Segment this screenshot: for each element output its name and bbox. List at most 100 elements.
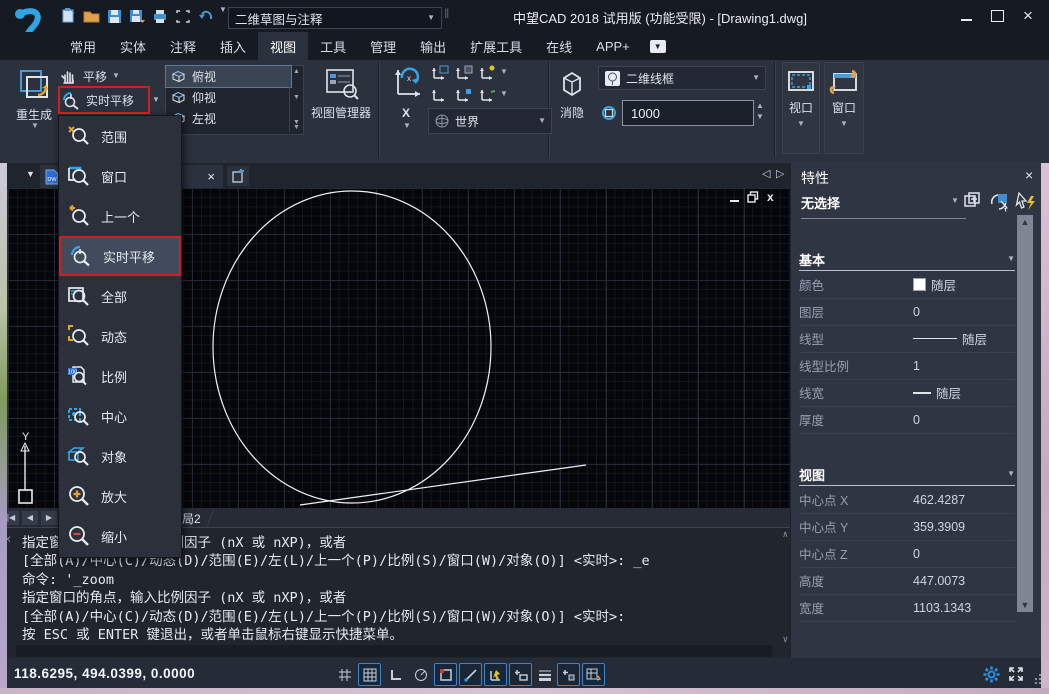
child-minimize-button[interactable] bbox=[730, 193, 739, 202]
select-objects-icon[interactable] bbox=[1015, 192, 1037, 212]
regen-button[interactable]: 重生成 ▼ bbox=[8, 62, 60, 158]
spinner-up-icon[interactable]: ▲ bbox=[756, 102, 764, 110]
scroll-down-icon[interactable]: ▼ bbox=[1017, 598, 1033, 612]
print-button[interactable] bbox=[150, 6, 170, 26]
ucs-z-axis-icon[interactable] bbox=[478, 64, 498, 82]
realtime-pan-caret[interactable]: ▼ bbox=[152, 96, 160, 104]
menu-item-zoom-extents[interactable]: 范围 bbox=[59, 116, 181, 156]
grid-toggle[interactable] bbox=[358, 663, 381, 686]
undo-button[interactable] bbox=[196, 6, 216, 26]
property-row[interactable]: 中心点 Y 359.3909 bbox=[799, 513, 1015, 541]
child-restore-button[interactable] bbox=[747, 191, 759, 203]
drawn-circle[interactable] bbox=[213, 191, 491, 503]
open-file-button[interactable] bbox=[81, 6, 101, 26]
chevron-down-icon[interactable]: ▼ bbox=[500, 90, 508, 98]
ucs-object-icon[interactable] bbox=[478, 86, 498, 104]
property-row[interactable]: 宽度 1103.1343 bbox=[799, 594, 1015, 622]
close-button[interactable]: × bbox=[1017, 8, 1039, 24]
property-row[interactable]: 线宽 随层 bbox=[799, 379, 1015, 407]
minimize-button[interactable] bbox=[955, 8, 977, 24]
scroll-down-icon[interactable]: ▼ bbox=[293, 94, 300, 101]
quick-select-icon[interactable] bbox=[989, 192, 1011, 212]
dynamic-ucs-toggle[interactable] bbox=[484, 663, 507, 686]
view-list-scrollbar[interactable]: ▲ ▼ ▼▼ bbox=[289, 66, 303, 132]
property-row[interactable]: 线型 随层 bbox=[799, 325, 1015, 353]
command-scroll-down-icon[interactable]: ∨ bbox=[783, 635, 788, 645]
prev-layout-icon[interactable]: ◀ bbox=[22, 511, 38, 525]
view-list-item-left[interactable]: 左视 bbox=[166, 108, 291, 129]
realtime-pan-button[interactable]: 实时平移 bbox=[61, 88, 147, 112]
tab-scroll-right-icon[interactable]: ▷ bbox=[776, 167, 784, 180]
collapse-icon[interactable]: ▼ bbox=[1007, 470, 1015, 478]
tab-tools[interactable]: 工具 bbox=[308, 32, 358, 60]
object-tracking-toggle[interactable] bbox=[459, 663, 482, 686]
ucs-world-icon[interactable] bbox=[430, 86, 450, 104]
view-section-header[interactable]: 视图 ▼ bbox=[799, 463, 1015, 486]
pan-button[interactable]: 平移 ▼ bbox=[60, 64, 156, 88]
snap-toggle[interactable] bbox=[333, 663, 356, 686]
scroll-up-icon[interactable]: ▲ bbox=[293, 68, 300, 75]
undo-history-caret[interactable]: ▼ bbox=[219, 6, 227, 26]
child-close-button[interactable]: x bbox=[767, 191, 774, 203]
command-input[interactable] bbox=[16, 645, 772, 657]
view-manager-button[interactable]: 视图管理器 bbox=[308, 62, 374, 158]
culling-spinner[interactable]: ▲ ▼ bbox=[756, 102, 764, 121]
property-row[interactable]: 线型比例 1 bbox=[799, 352, 1015, 380]
tab-insert[interactable]: 插入 bbox=[208, 32, 258, 60]
ribbon-options-button[interactable]: ▼ bbox=[650, 40, 666, 53]
next-layout-icon[interactable]: ▶ bbox=[41, 511, 57, 525]
view-list-item-top[interactable]: 俯视 bbox=[166, 66, 291, 87]
ucs-named-icon[interactable] bbox=[430, 64, 450, 82]
ortho-toggle[interactable] bbox=[384, 663, 407, 686]
settings-gear-icon[interactable] bbox=[982, 665, 1000, 683]
visual-style-selector[interactable]: 二维线框 ▼ bbox=[598, 66, 766, 90]
save-as-button[interactable] bbox=[127, 6, 147, 26]
new-tab-button[interactable] bbox=[227, 166, 249, 186]
lineweight-toggle[interactable] bbox=[533, 663, 556, 686]
command-scroll-up-icon[interactable]: ∧ bbox=[783, 530, 788, 540]
file-tab-menu-caret[interactable]: ▼ bbox=[26, 169, 35, 179]
tab-manage[interactable]: 管理 bbox=[358, 32, 408, 60]
property-row[interactable]: 中心点 X 462.4287 bbox=[799, 486, 1015, 514]
spinner-down-icon[interactable]: ▼ bbox=[756, 113, 764, 121]
property-row[interactable]: 颜色 随层 bbox=[799, 271, 1015, 299]
menu-item-zoom-out[interactable]: 缩小 bbox=[59, 516, 181, 556]
chevron-down-icon[interactable]: ▼ bbox=[500, 68, 508, 76]
menu-item-realtime-pan[interactable]: 实时平移 bbox=[59, 236, 181, 276]
fullscreen-icon[interactable] bbox=[1007, 665, 1025, 683]
menu-item-zoom-previous[interactable]: 上一个 bbox=[59, 196, 181, 236]
properties-scrollbar[interactable]: ▲ ▼ bbox=[1017, 215, 1033, 612]
view-list-item-bottom[interactable]: 仰视 bbox=[166, 87, 291, 108]
ucs-selector[interactable]: 世界 ▼ bbox=[428, 108, 552, 134]
toggle-pickadd-icon[interactable] bbox=[963, 192, 983, 212]
tab-home[interactable]: 常用 bbox=[58, 32, 108, 60]
menu-item-zoom-center[interactable]: 中心 bbox=[59, 396, 181, 436]
property-row[interactable]: 厚度 0 bbox=[799, 406, 1015, 434]
cycle-select-toggle[interactable] bbox=[557, 663, 580, 686]
ucs-x-button[interactable]: x X ▼ bbox=[384, 62, 428, 158]
scroll-page-down-icon[interactable]: ▼▼ bbox=[293, 120, 300, 130]
new-file-button[interactable] bbox=[58, 6, 78, 26]
maximize-button[interactable] bbox=[986, 8, 1008, 24]
menu-item-zoom-window[interactable]: 窗口 bbox=[59, 156, 181, 196]
property-row[interactable]: 中心点 Z 0 bbox=[799, 540, 1015, 568]
layout-tab[interactable]: 局2 bbox=[182, 510, 201, 527]
property-row[interactable]: 高度 447.0073 bbox=[799, 567, 1015, 595]
dynamic-input-toggle[interactable] bbox=[509, 663, 532, 686]
ucs-origin-icon[interactable] bbox=[454, 64, 474, 82]
tab-online[interactable]: 在线 bbox=[534, 32, 584, 60]
scroll-up-icon[interactable]: ▲ bbox=[1017, 215, 1033, 229]
menu-item-zoom-in[interactable]: 放大 bbox=[59, 476, 181, 516]
culling-value-input[interactable]: 1000 bbox=[622, 100, 754, 126]
tab-output[interactable]: 输出 bbox=[408, 32, 458, 60]
window-button[interactable]: 窗口 ▼ bbox=[824, 62, 864, 154]
object-snap-toggle[interactable] bbox=[434, 663, 457, 686]
menu-item-zoom-dynamic[interactable]: 动态 bbox=[59, 316, 181, 356]
menu-item-zoom-all[interactable]: 全部 bbox=[59, 276, 181, 316]
collapse-icon[interactable]: ▼ bbox=[1007, 255, 1015, 263]
close-tab-icon[interactable]: × bbox=[207, 169, 215, 184]
property-row[interactable]: 图层 0 bbox=[799, 298, 1015, 326]
menu-item-zoom-object[interactable]: 对象 bbox=[59, 436, 181, 476]
basic-section-header[interactable]: 基本 ▼ bbox=[799, 248, 1015, 271]
tab-express[interactable]: 扩展工具 bbox=[458, 32, 534, 60]
